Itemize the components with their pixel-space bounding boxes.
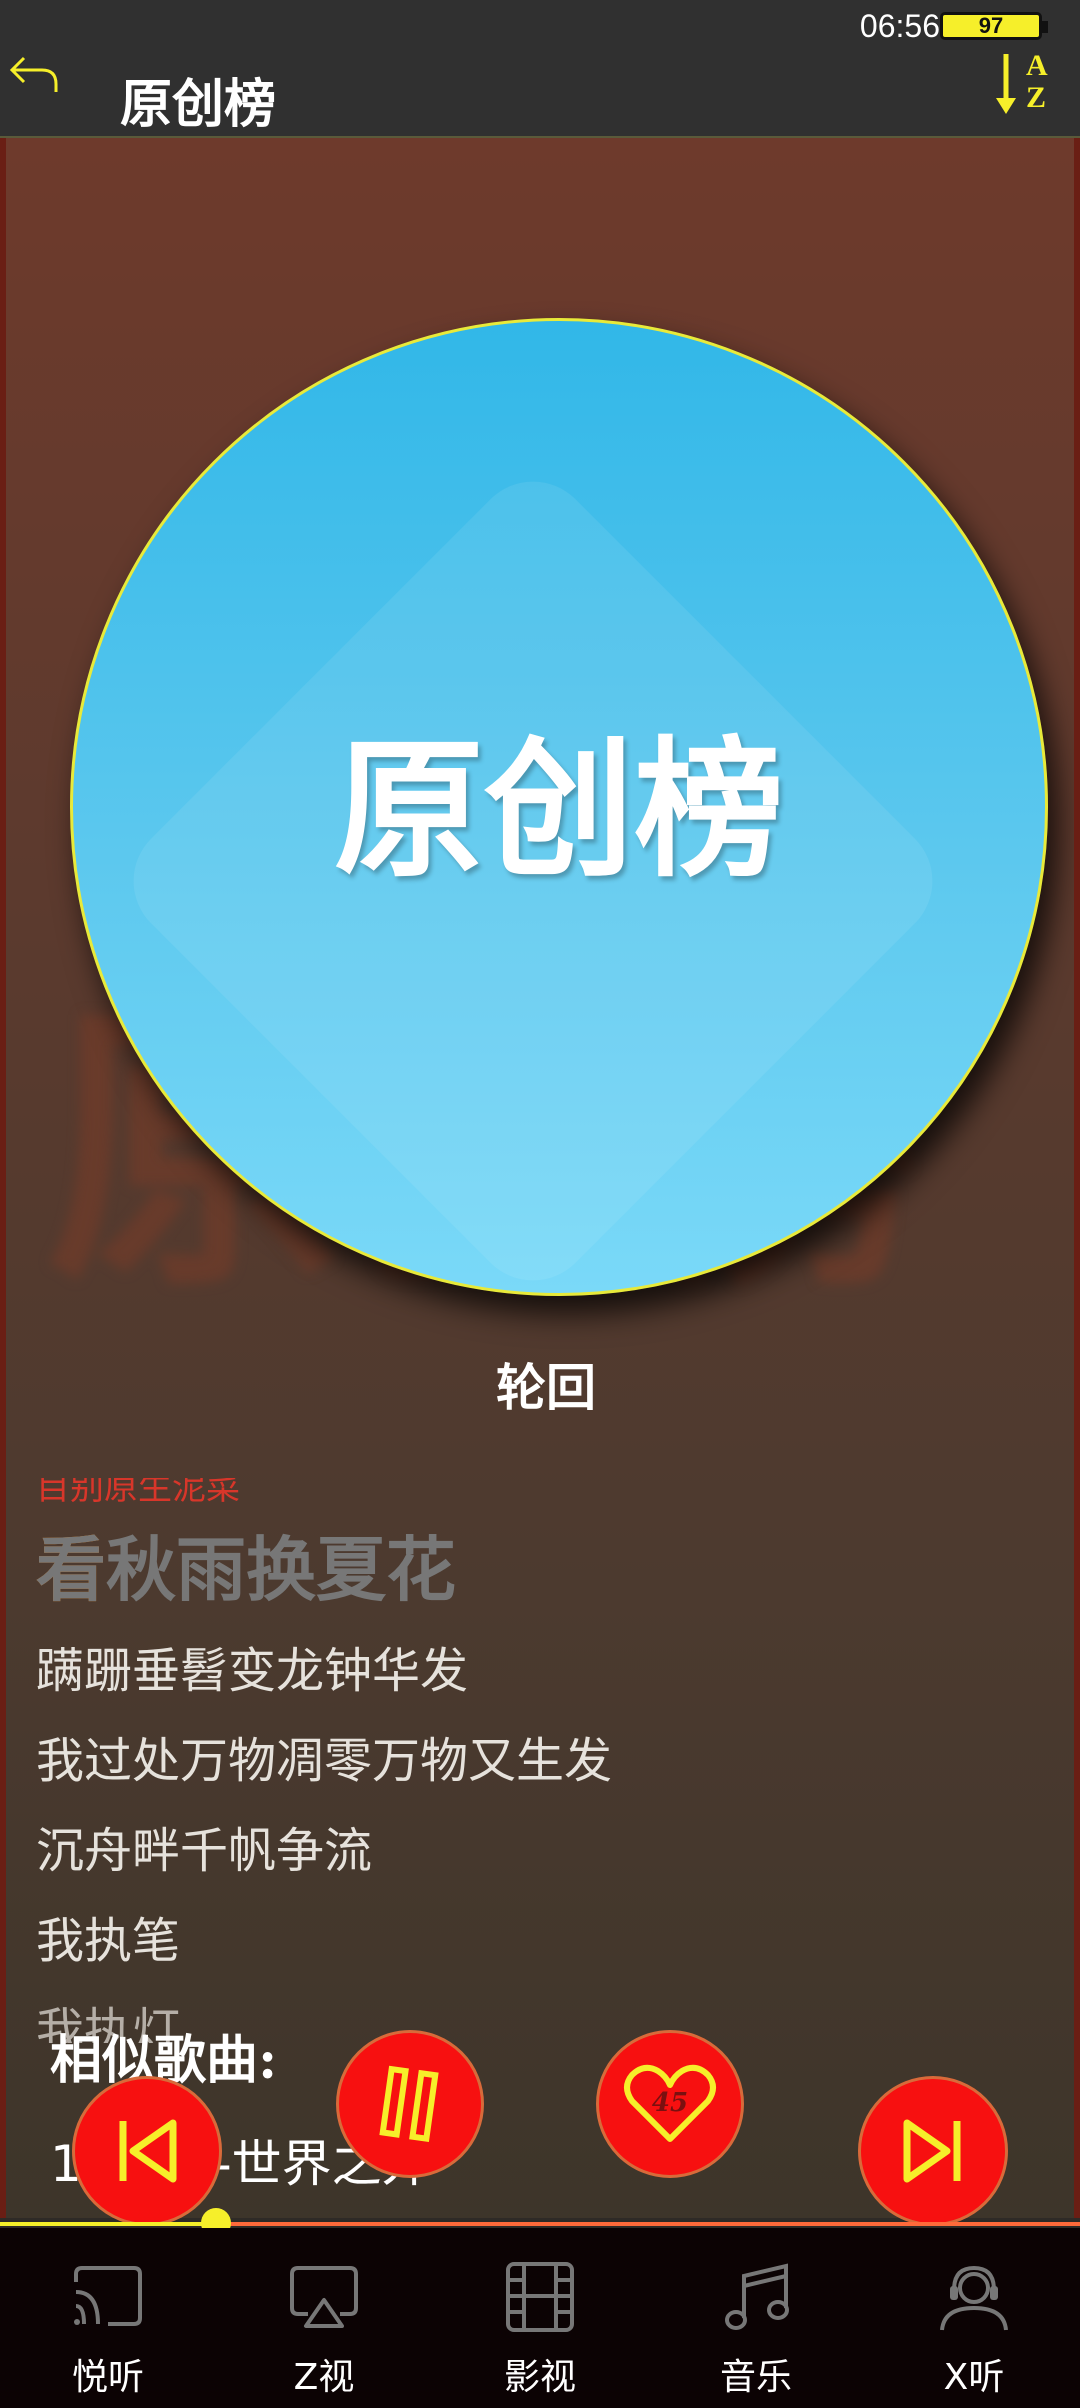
lyric-line: 蹒跚垂髫变龙钟华发 [36,1643,469,1699]
nav-label: 影视 [503,2357,576,2398]
airplay-icon [290,2266,358,2328]
bottom-nav: 悦听 Z视 影视 音乐 X听 [0,2228,1080,2408]
battery-icon: 97 [940,12,1048,40]
film-icon [506,2262,574,2332]
song-title: 轮回 [496,1358,596,1417]
nav-item-xting[interactable]: X听 [904,2262,1044,2400]
sort-label-a: A [1026,49,1048,82]
nav-item-yueting[interactable]: 悦听 [38,2262,178,2400]
skip-previous-icon [119,2119,177,2183]
battery-level: 97 [978,13,1004,38]
lyric-line: 我过处万物凋零万物又生发 [36,1733,613,1789]
status-time: 06:56 [859,8,940,44]
player-area: 原创榜 原创榜 轮回 目别原生泥菜 看看秋雨换夏花 蹒跚垂髫变龙钟华发 我过处万… [0,138,1080,2218]
nav-label: 悦听 [71,2357,144,2398]
music-note-icon [725,2263,789,2330]
sort-labels: A Z [1026,50,1048,114]
pause-button[interactable] [336,2030,484,2178]
progress-fill [0,2222,216,2226]
like-count: 45 [652,2088,688,2118]
sort-az-button[interactable]: A Z [992,50,1052,120]
nav-label: Z视 [293,2357,355,2398]
nav-item-zshi[interactable]: Z视 [254,2262,394,2400]
like-button[interactable]: 45 [596,2030,744,2178]
sort-arrow-icon [996,54,1016,114]
album-cover-text: 原创榜 [333,723,784,898]
page-title: 原创榜 [120,74,277,135]
nav-item-yingshi[interactable]: 影视 [470,2262,610,2400]
progress-bar[interactable] [0,2208,1080,2238]
lyric-line: 我执笔 [36,1913,181,1969]
lyrics-panel[interactable]: 目别原生泥菜 看看秋雨换夏花 蹒跚垂髫变龙钟华发 我过处万物凋零万物又生发 沉舟… [36,1478,1036,2043]
headset-person-icon [940,2265,1008,2331]
lyric-line: 沉舟畔千帆争流 [36,1823,373,1879]
lyric-current: 看看秋雨换夏花 [36,1514,1036,1615]
top-bar: 06:56 97 原创榜 A Z [0,0,1080,138]
skip-next-icon [903,2119,961,2183]
sort-label-z: Z [1026,81,1047,114]
nav-item-yinyue[interactable]: 音乐 [686,2262,826,2400]
previous-button[interactable] [72,2076,222,2226]
back-button[interactable] [6,48,66,108]
nav-label: X听 [943,2357,1005,2398]
next-button[interactable] [858,2076,1008,2226]
album-cover[interactable]: 原创榜 [70,318,1048,1296]
nav-label: 音乐 [719,2357,792,2398]
pause-icon [379,2065,439,2142]
cast-icon [74,2266,142,2326]
lyric-previous: 目别原生泥菜 [36,1478,240,1508]
lyric-current-rest: 看秋雨换夏花 [36,1528,456,1611]
back-arrow-icon [9,56,58,92]
heart-icon: 45 [624,2064,716,2142]
